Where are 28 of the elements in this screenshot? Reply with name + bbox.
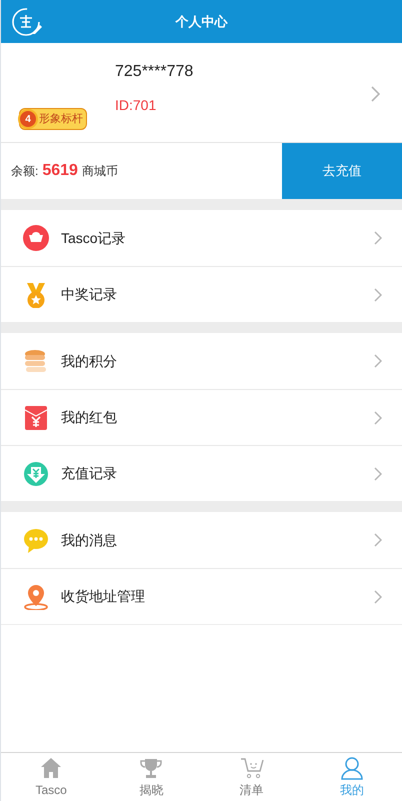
balance-amount: 5619: [42, 161, 78, 181]
balance-label: 余额:: [11, 163, 38, 180]
chevron-right-icon: [374, 590, 382, 604]
chevron-right-icon: [374, 533, 382, 547]
balance-unit: 商城币: [82, 163, 118, 180]
user-id: ID:701: [115, 96, 158, 114]
chevron-right-icon: [374, 466, 382, 480]
page-title: 个人中心: [176, 12, 228, 31]
envelope-icon: [23, 404, 49, 430]
chevron-right-icon[interactable]: [370, 86, 380, 102]
nav-tab[interactable]: 清单: [202, 753, 302, 801]
location-pin-icon: [23, 584, 49, 610]
user-icon: [340, 756, 364, 780]
ingot-icon: [23, 225, 49, 251]
rank-badge: 4 形象标杆: [19, 108, 87, 130]
chevron-right-icon: [374, 288, 382, 302]
chevron-right-icon: [374, 231, 382, 245]
chevron-right-icon: [374, 354, 382, 368]
recharge-icon: [23, 460, 49, 486]
nav-tab[interactable]: 揭晓: [101, 753, 202, 801]
cart-icon: [240, 756, 264, 780]
home-icon: [39, 756, 64, 780]
sign-in-icon[interactable]: [11, 6, 43, 38]
chat-bubble-icon: [23, 527, 49, 553]
username: 725****778: [115, 62, 194, 82]
chevron-right-icon: [374, 410, 382, 424]
coin-stack-icon: [23, 348, 49, 374]
nav-tab[interactable]: Tasco: [1, 753, 102, 801]
